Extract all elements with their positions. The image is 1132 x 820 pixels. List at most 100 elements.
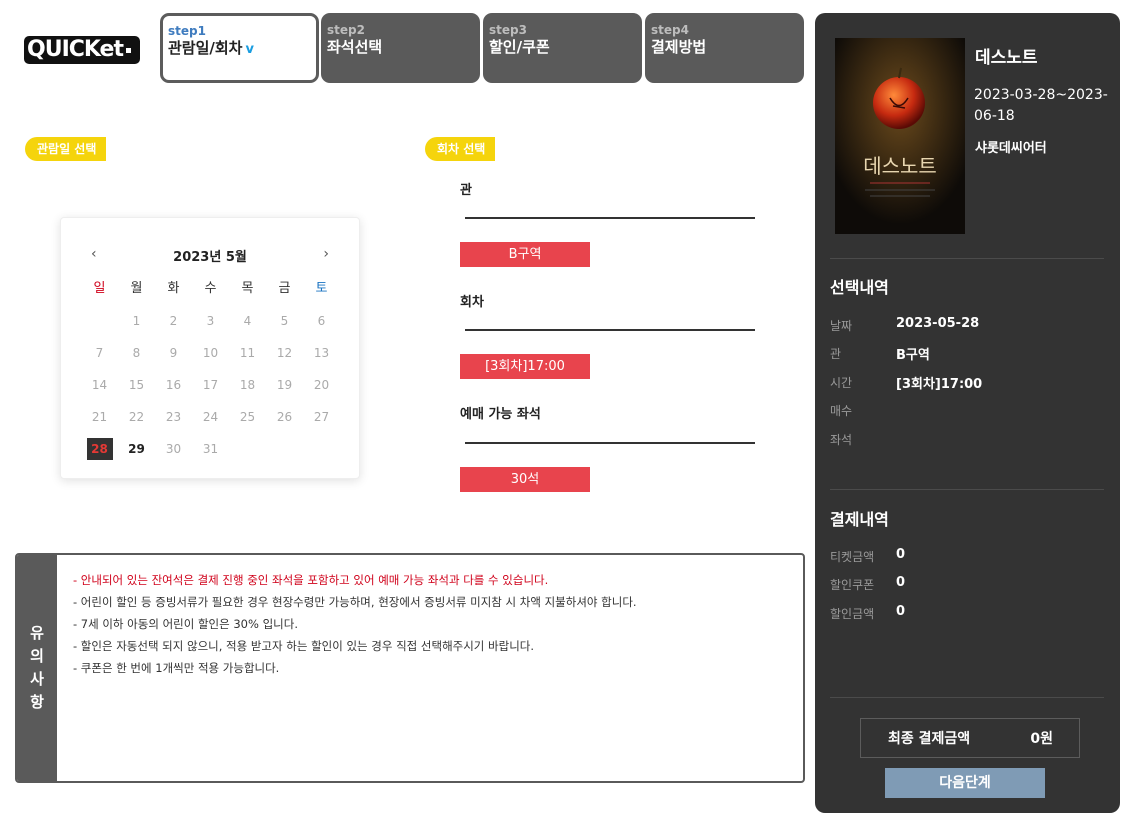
calendar-day: 5 [280,314,289,328]
seats-divider [465,442,755,444]
hall-option-button[interactable]: B구역 [460,242,590,267]
date-select-tag: 관람일 선택 [25,137,107,161]
calendar-day: 15 [128,378,145,392]
calendar-day: 12 [276,346,293,360]
calendar-day: 20 [313,378,330,392]
notice-item: - 어린이 할인 등 증빙서류가 필요한 경우 현장수령만 가능하며, 현장에서… [73,595,637,609]
booking-summary-panel: 데스노트 데스노트 2023-03-28~2023-06-18 샤롯데씨어터 선… [815,13,1120,813]
show-poster: 데스노트 [835,38,965,234]
calendar-day: 18 [239,378,256,392]
selection-label-seat: 좌석 [830,433,853,447]
calendar-day: 30 [165,442,182,456]
notice-box: 유의사항 - 안내되어 있는 잔여석은 결제 진행 중인 좌석을 포함하고 있어… [15,553,805,783]
weekday-label: 일 [93,281,106,296]
calendar-day: 27 [313,410,330,424]
calendar-day: 4 [243,314,252,328]
notice-side-label: 유의사항 [17,555,57,781]
poster-title: 데스노트 [863,154,937,178]
weekday-label: 토 [315,281,328,296]
calendar-day: 19 [276,378,293,392]
step-tab-1[interactable]: step1 관람일/회차 v [160,13,319,83]
calendar: ‹ 2023년 5월 › 일 월 화 수 목 금 토 1 2 3 4 5 6 7 8 9 10 11 12 13 14 1… [60,217,360,479]
logo-text: QUICKet [27,37,124,62]
calendar-day: 1 [132,314,141,328]
round-option-button[interactable]: [3회차]17:00 [460,354,590,379]
calendar-day: 23 [165,410,182,424]
calendar-day: 9 [169,346,178,360]
round-divider [465,329,755,331]
panel-divider [830,258,1104,259]
calendar-day: 31 [202,442,219,456]
calendar-day: 16 [165,378,182,392]
logo-dot-icon [126,47,131,53]
next-step-button[interactable]: 다음단계 [885,768,1045,798]
final-amount-label: 최종 결제금액 [888,731,971,747]
step-number: step3 [489,23,527,37]
calendar-day: 21 [91,410,108,424]
panel-divider [830,489,1104,490]
step-tab-4[interactable]: step4 결제방법 [645,13,804,83]
calendar-day: 13 [313,346,330,360]
calendar-grid: 일 월 화 수 목 금 토 1 2 3 4 5 6 7 8 9 10 11 12 13 14 15 16 17 18 19 20 21… [81,278,341,470]
session-select-tag: 회차 선택 [425,137,496,161]
final-amount-value: 0원 [1030,731,1053,747]
notice-item: - 할인은 자동선택 되지 않으니, 적용 받고자 하는 할인이 있는 경우 직… [73,639,535,653]
weekday-label: 수 [204,281,217,296]
step-tab-3[interactable]: step3 할인/쿠폰 [483,13,642,83]
calendar-day: 14 [91,378,108,392]
notice-item: - 쿠폰은 한 번에 1개씩만 적용 가능합니다. [73,661,280,675]
weekday-label: 목 [241,281,254,296]
payment-label-discount: 할인금액 [830,607,875,621]
weekday-label: 금 [278,281,291,296]
calendar-day[interactable]: 28 [81,438,118,470]
step-title: 결제방법 [651,38,707,56]
final-amount-box: 최종 결제금액 0원 [860,718,1080,758]
panel-divider [830,697,1104,698]
weekday-label: 화 [167,281,180,296]
selection-value-date: 2023-05-28 [896,316,980,331]
step-number: step1 [168,24,206,38]
calendar-day: 25 [239,410,256,424]
selection-heading: 선택내역 [830,278,889,297]
step-title: 관람일/회차 [168,39,243,57]
payment-value-coupon: 0 [896,575,906,590]
show-venue: 샤롯데씨어터 [975,141,1047,156]
show-period: 2023-03-28~2023-06-18 [974,87,1108,124]
selection-label-time: 시간 [830,376,853,390]
step-tab-2[interactable]: step2 좌석선택 [321,13,480,83]
calendar-day: 22 [128,410,145,424]
quicket-logo: QUICKet [24,36,140,64]
notice-list: - 안내되어 있는 잔여석은 결제 진행 중인 좌석을 포함하고 있어 예매 가… [73,569,637,679]
selection-label-count: 매수 [830,404,853,418]
step-title: 좌석선택 [327,38,383,56]
calendar-day: 8 [132,346,141,360]
chevron-down-icon: v [245,42,254,57]
calendar-day: 3 [206,314,215,328]
weekday-label: 월 [130,281,143,296]
calendar-day: 11 [239,346,256,360]
notice-item: - 7세 이하 아동의 어린이 할인은 30% 입니다. [73,617,298,631]
calendar-month-label: 2023년 5월 [173,250,247,265]
selection-value-hall: B구역 [896,348,930,363]
calendar-day[interactable]: 29 [118,438,155,470]
step-title: 할인/쿠폰 [489,38,550,56]
poster-image: 데스노트 [835,38,965,234]
calendar-day: 6 [317,314,326,328]
show-title: 데스노트 [975,48,1038,68]
payment-label-ticket: 티켓금액 [830,550,875,564]
step-number: step2 [327,23,365,37]
calendar-day: 17 [202,378,219,392]
next-month-icon[interactable]: › [323,246,329,262]
calendar-day: 2 [169,314,178,328]
hall-label: 관 [460,183,472,198]
round-label: 회차 [460,295,484,310]
payment-value-discount: 0 [896,604,906,619]
notice-item: - 안내되어 있는 잔여석은 결제 진행 중인 좌석을 포함하고 있어 예매 가… [73,573,549,587]
hall-divider [465,217,755,219]
selection-label-hall: 관 [830,347,842,361]
available-seats-value: 30석 [460,467,590,492]
selection-label-date: 날짜 [830,319,853,333]
payment-heading: 결제내역 [830,510,889,529]
payment-value-ticket: 0 [896,547,906,562]
calendar-day: 10 [202,346,219,360]
